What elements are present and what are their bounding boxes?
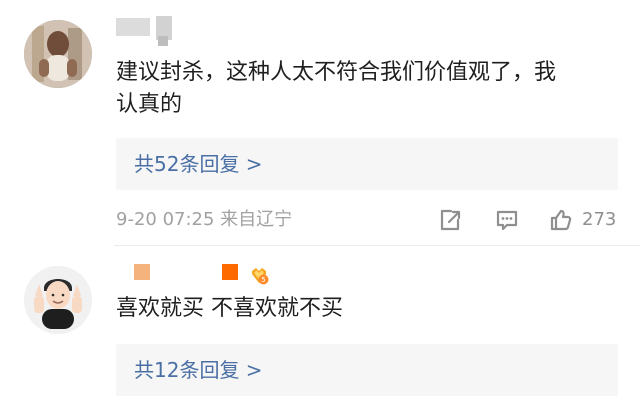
likes-count: 273: [582, 209, 617, 230]
comment-feed: 建议封杀，这种人太不符合我们价值观了，我 认真的 共52条回复 > 9-20 0…: [0, 0, 640, 400]
comment-text: 建议封杀，这种人太不符合我们价值观了，我 认真的: [116, 57, 626, 121]
avatar[interactable]: [24, 20, 92, 88]
vip-badge-icon: 5: [248, 264, 270, 286]
reply-expand-button[interactable]: 共12条回复 >: [116, 344, 618, 396]
avatar-image: [24, 20, 92, 88]
avatar-image: [24, 266, 92, 334]
username-redacted[interactable]: 5: [116, 264, 286, 294]
comment-text: 喜欢就买 不喜欢就不买: [116, 296, 343, 321]
comment-meta: 9-20 07:25 来自辽宁 273: [116, 206, 626, 234]
avatar[interactable]: [24, 266, 92, 334]
thumbs-up-icon[interactable]: [548, 207, 574, 233]
username-blur: [222, 264, 238, 280]
username-blur: [134, 264, 150, 280]
timestamp: 9-20 07:25 来自辽宁: [116, 209, 293, 230]
username-blur: [158, 36, 168, 46]
reply-expand-button[interactable]: 共52条回复 >: [116, 138, 618, 190]
comment-item: 建议封杀，这种人太不符合我们价值观了，我 认真的 共52条回复 > 9-20 0…: [0, 0, 640, 245]
comment-line: 建议封杀，这种人太不符合我们价值观了，我: [116, 60, 557, 85]
share-icon[interactable]: [437, 207, 463, 233]
svg-text:5: 5: [261, 276, 265, 284]
username-blur: [116, 18, 150, 36]
comment-icon[interactable]: [494, 207, 520, 233]
comment-line: 认真的: [116, 92, 183, 117]
comment-item: 5 喜欢就买 不喜欢就不买 共12条回复 >: [0, 246, 640, 400]
